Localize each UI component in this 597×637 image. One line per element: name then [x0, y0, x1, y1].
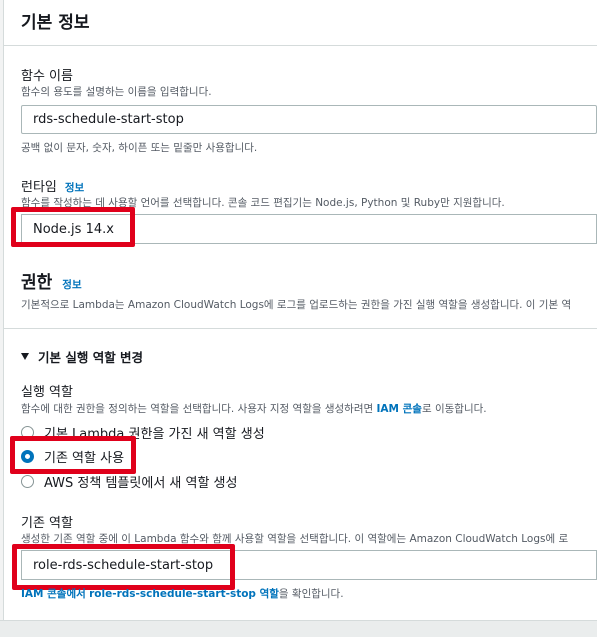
existing-role-label: 기존 역할 [21, 516, 73, 531]
iam-console-role-link[interactable]: IAM 콘솔에서 [21, 588, 86, 600]
permissions-divider [3, 328, 597, 329]
existing-role-highlight-box [12, 544, 235, 590]
iam-console-link[interactable]: IAM 콘솔 [377, 403, 422, 415]
runtime-label: 런타임 [21, 180, 57, 195]
execution-role-desc-prefix: 함수에 대한 권한을 정의하는 역할을 선택합니다. 사용자 지정 역할을 생성… [21, 403, 377, 415]
existing-role-footer-suffix: 을 확인합니다. [278, 588, 344, 600]
basic-info-title: 기본 정보 [21, 13, 90, 33]
role-option-label: AWS 정책 템플릿에서 새 역할 생성 [44, 476, 238, 491]
function-name-description: 함수의 용도를 설명하는 이름을 입력합니다. [21, 86, 212, 98]
execution-role-label: 실행 역할 [21, 385, 73, 400]
permissions-description: 기본적으로 Lambda는 Amazon CloudWatch Logs에 로그… [21, 299, 572, 311]
change-role-toggle[interactable]: 기본 실행 역할 변경 [21, 347, 143, 366]
function-name-input[interactable]: rds-schedule-start-stop [21, 105, 597, 134]
execution-role-desc-suffix: 로 이동합니다. [421, 403, 487, 415]
runtime-label-row: 런타임 정보 [21, 176, 84, 195]
runtime-highlight-box [11, 207, 135, 247]
radio-unselected-icon[interactable] [21, 475, 34, 488]
caret-down-icon [21, 353, 29, 360]
runtime-info-link[interactable]: 정보 [65, 180, 84, 195]
existing-role-footer: IAM 콘솔에서 role-rds-schedule-start-stop 역할… [21, 586, 344, 601]
role-option-policy-template[interactable]: AWS 정책 템플릿에서 새 역할 생성 [21, 472, 237, 491]
existing-role-option-highlight-box [10, 436, 136, 474]
permissions-info-link[interactable]: 정보 [62, 277, 81, 292]
change-role-toggle-label: 기본 실행 역할 변경 [38, 350, 144, 365]
permissions-title: 권한 [21, 273, 53, 293]
role-name-link[interactable]: role-rds-schedule-start-stop 역할 [89, 588, 279, 600]
function-name-label: 함수 이름 [21, 69, 73, 84]
permissions-header: 권한 정보 [21, 268, 82, 293]
execution-role-description: 함수에 대한 권한을 정의하는 역할을 선택합니다. 사용자 지정 역할을 생성… [21, 401, 487, 416]
bottom-bar [0, 620, 597, 637]
header-divider [3, 45, 597, 46]
function-name-constraint: 공백 없이 문자, 숫자, 하이픈 또는 밑줄만 사용합니다. [21, 142, 258, 154]
